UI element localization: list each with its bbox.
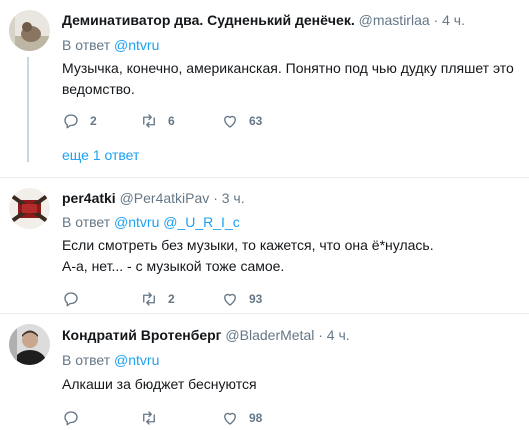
- reply-icon: [64, 292, 78, 307]
- tweet-text: Если смотреть без музыки, то кажется, чт…: [62, 235, 517, 277]
- avatar[interactable]: [9, 324, 50, 365]
- tweet-text-line: А-а, нет... - с музыкой тоже самое.: [62, 258, 285, 274]
- separator-dot: ·: [213, 190, 218, 206]
- retweet-count: 2: [168, 292, 175, 306]
- reply-prefix: В ответ: [62, 352, 111, 368]
- reply-button[interactable]: [62, 408, 90, 428]
- reply-context: В ответ @ntvru: [62, 37, 159, 53]
- retweet-button[interactable]: [140, 408, 168, 428]
- tweet-header: Кондратий Вротенберг @BladerMetal · 4 ч.: [62, 327, 350, 343]
- retweet-count: 6: [168, 114, 175, 128]
- timestamp[interactable]: 4 ч.: [442, 12, 465, 28]
- reply-context: В ответ @ntvru: [62, 352, 159, 368]
- tweet-text-line: Алкаши за бюджет беснуются: [62, 376, 257, 392]
- author-handle[interactable]: @mastirlaa: [359, 12, 430, 28]
- heart-icon: [224, 412, 236, 425]
- author-handle[interactable]: @Per4atkiPav: [120, 190, 210, 206]
- tweet-1[interactable]: Деминативатор два. Судненький денёчек. @…: [0, 0, 529, 178]
- tweet-text-line: ведомство.: [62, 81, 135, 97]
- tweet-header: per4atki @Per4atkiPav · 3 ч.: [62, 190, 245, 206]
- tweet-text: Алкаши за бюджет беснуются: [62, 374, 517, 395]
- retweet-icon: [143, 411, 155, 425]
- author-name[interactable]: Деминативатор два. Судненький денёчек.: [62, 12, 355, 28]
- reply-button[interactable]: [62, 289, 90, 309]
- reply-context: В ответ @ntvru @_U_R_I_c: [62, 214, 240, 230]
- like-button[interactable]: 93: [221, 289, 262, 309]
- tweet-actions: 2 93: [62, 289, 362, 309]
- show-more-replies-link[interactable]: еще 1 ответ: [62, 147, 139, 163]
- mention-link[interactable]: @ntvru: [114, 37, 159, 53]
- retweet-button[interactable]: 6: [140, 111, 175, 131]
- tweet-text-line: Музычка, конечно, американская. Понятно …: [62, 60, 514, 76]
- reply-button[interactable]: 2: [62, 111, 97, 131]
- tweet-actions: 2 6 63: [62, 111, 362, 131]
- tweet-text: Музычка, конечно, американская. Понятно …: [62, 58, 517, 100]
- author-name[interactable]: Кондратий Вротенберг: [62, 327, 222, 343]
- separator-dot: ·: [318, 327, 323, 343]
- reply-prefix: В ответ: [62, 37, 111, 53]
- like-button[interactable]: 63: [221, 111, 262, 131]
- mention-link[interactable]: @ntvru: [114, 214, 159, 230]
- heart-icon: [224, 293, 236, 306]
- avatar[interactable]: [9, 10, 50, 51]
- tweet-2[interactable]: per4atki @Per4atkiPav · 3 ч. В ответ @nt…: [0, 178, 529, 314]
- like-button[interactable]: 98: [221, 408, 262, 428]
- like-count: 63: [249, 114, 263, 128]
- timestamp[interactable]: 3 ч.: [222, 190, 245, 206]
- like-count: 98: [249, 411, 263, 425]
- like-count: 93: [249, 292, 263, 306]
- tweet-3[interactable]: Кондратий Вротенберг @BladerMetal · 4 ч.…: [0, 314, 529, 430]
- thread-line: [27, 57, 29, 162]
- timestamp[interactable]: 4 ч.: [327, 327, 350, 343]
- tweet-header: Деминативатор два. Судненький денёчек. @…: [62, 12, 465, 28]
- retweet-button[interactable]: 2: [140, 289, 175, 309]
- mention-link[interactable]: @ntvru: [114, 352, 159, 368]
- heart-icon: [224, 115, 236, 128]
- author-handle[interactable]: @BladerMetal: [225, 327, 314, 343]
- tweet-text-line: Если смотреть без музыки, то кажется, чт…: [62, 237, 434, 253]
- avatar[interactable]: [9, 188, 50, 229]
- reply-icon: [64, 411, 78, 426]
- retweet-icon: [143, 292, 155, 306]
- tweet-actions: 98: [62, 408, 362, 428]
- reply-icon: [64, 114, 78, 129]
- separator-dot: ·: [433, 12, 439, 28]
- author-name[interactable]: per4atki: [62, 190, 116, 206]
- mention-link[interactable]: @_U_R_I_c: [163, 214, 239, 230]
- retweet-icon: [143, 114, 155, 128]
- reply-count: 2: [90, 114, 97, 128]
- reply-prefix: В ответ: [62, 214, 111, 230]
